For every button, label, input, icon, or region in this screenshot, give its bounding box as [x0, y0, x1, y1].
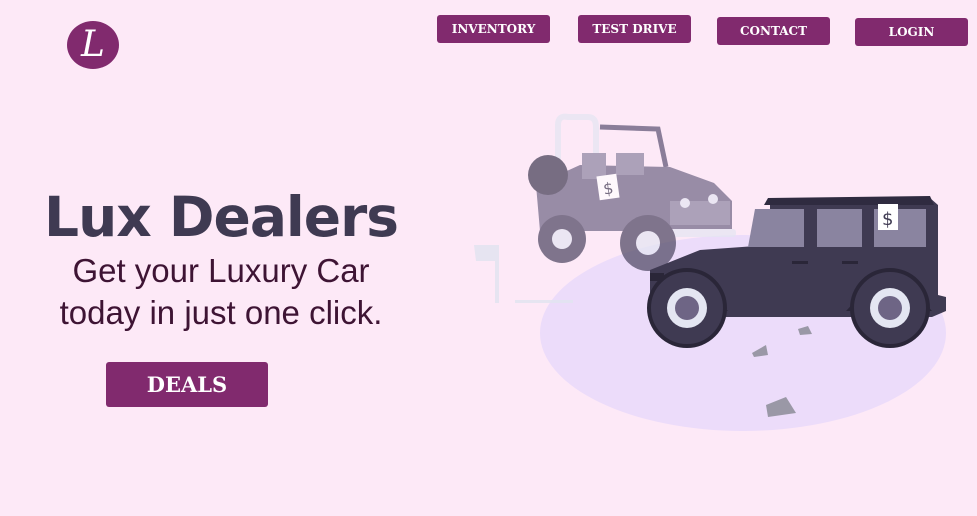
svg-text:$: $: [882, 209, 893, 230]
nav-contact-button[interactable]: CONTACT: [717, 17, 830, 45]
nav-inventory-button[interactable]: INVENTORY: [437, 15, 550, 43]
nav-login-button[interactable]: LOGIN: [855, 18, 968, 46]
logo-letter: L: [81, 24, 105, 65]
hero-title: Lux Dealers: [44, 185, 399, 249]
nav-test-drive-button[interactable]: TEST DRIVE: [578, 15, 691, 43]
cars-illustration: $ $: [474, 113, 946, 431]
hero-subtitle-line-2: today in just one click.: [59, 294, 383, 331]
deals-button[interactable]: DEALS: [106, 362, 268, 407]
hero-subtitle-line-1: Get your Luxury Car: [72, 252, 370, 289]
hero-subtitle: Get your Luxury Car today in just one cl…: [0, 250, 442, 334]
logo[interactable]: L: [67, 21, 119, 69]
